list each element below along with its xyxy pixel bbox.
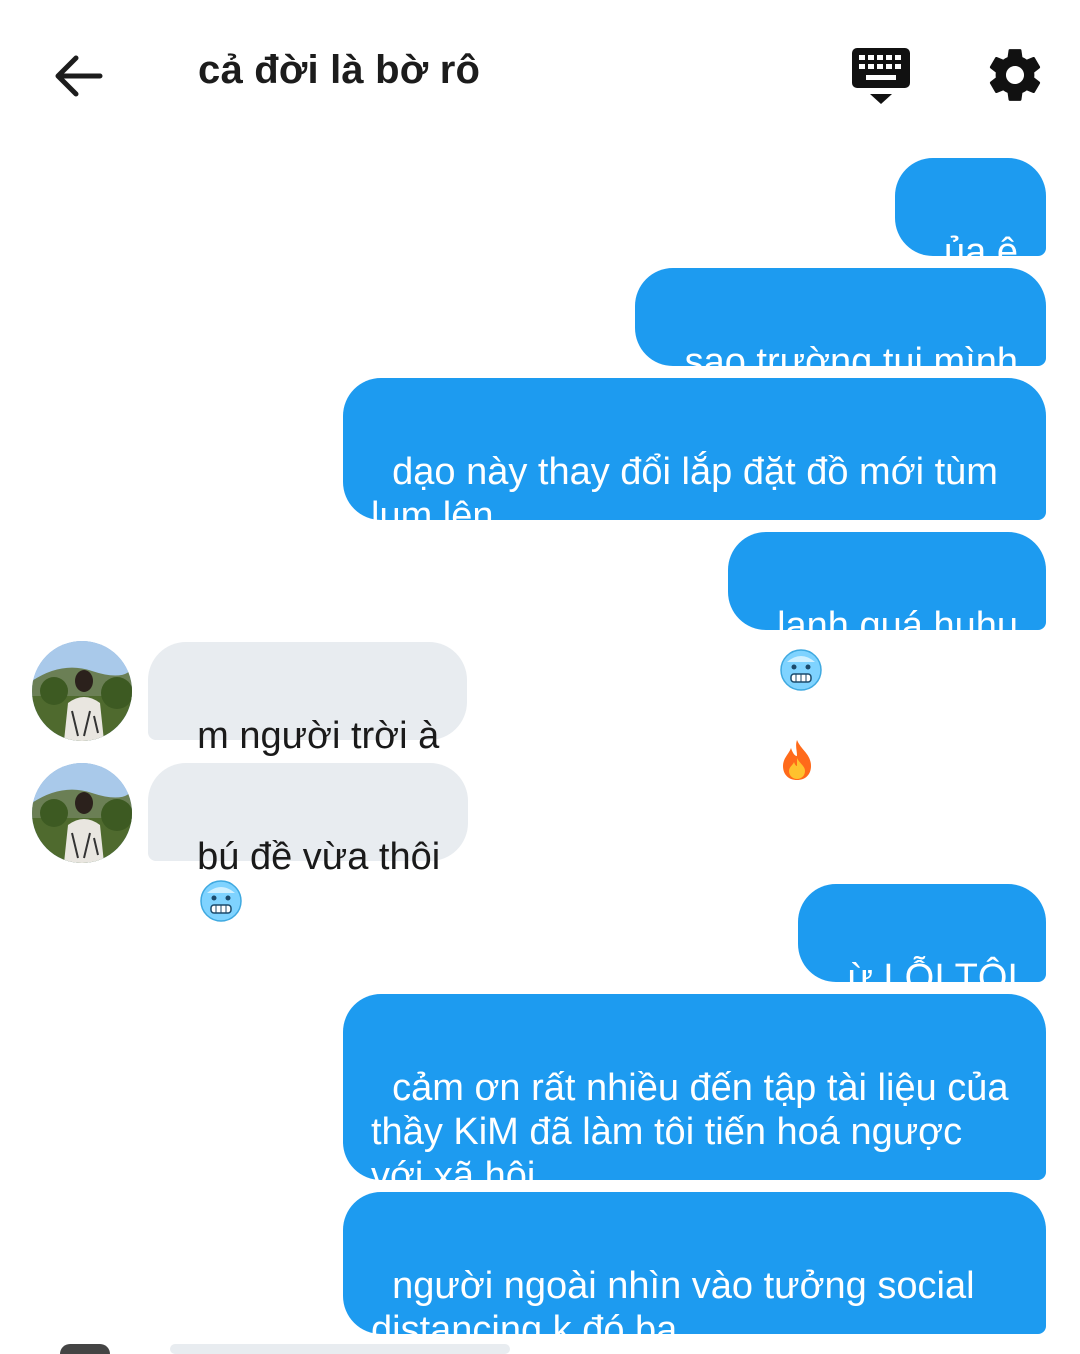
message-bubble-outgoing[interactable]: người ngoài nhìn vào tưởng social distan… [343,1192,1046,1351]
message-text: dạo này thay đổi lắp đặt đồ mới tùm lum … [371,451,1009,537]
message-bubble-incoming[interactable] [170,1344,510,1354]
message-text: người ngoài nhìn vào tưởng social distan… [371,1265,986,1351]
contact-avatar[interactable] [60,1344,110,1354]
avatar-photo [32,763,132,863]
back-button[interactable] [50,50,106,102]
conversation-title: cả đời là bờ rô [198,48,481,92]
message-bubble-outgoing[interactable]: lạnh quá huhu tin tí [727,532,1046,780]
message-bubble-incoming[interactable]: bú đề vừa thôi [148,763,469,922]
arrow-left-icon [55,55,103,97]
keyboard-hide-icon [852,48,910,104]
message-text: sao trường tụi mình [684,341,1018,383]
contact-avatar[interactable] [32,641,132,741]
message-bubble-outgoing[interactable]: ừ LỖI TÔI [798,884,1046,999]
message-bubble-incoming[interactable]: m người trời à [148,642,468,757]
settings-button[interactable] [984,44,1046,106]
message-text: ừ LỖI TÔI [847,957,1018,999]
cold-face-emoji-icon [200,880,242,922]
cold-face-emoji-icon [780,649,822,691]
message-bubble-outgoing[interactable]: cảm ơn rất nhiều đến tập tài liệu của th… [343,994,1046,1197]
avatar-photo [32,641,132,741]
message-text: lạnh quá huhu [777,605,1018,647]
message-text: m người trời à [197,715,440,757]
chat-header: cả đời là bờ rô [0,0,1080,150]
message-bubble-outgoing[interactable]: sao trường tụi mình [635,268,1046,383]
message-text: ủa ê [944,231,1018,273]
message-text: tin tí [777,695,849,737]
contact-avatar[interactable] [32,763,132,863]
keyboard-toggle-button[interactable] [850,46,914,108]
message-bubble-outgoing[interactable]: dạo này thay đổi lắp đặt đồ mới tùm lum … [343,378,1046,537]
fire-emoji-icon [783,740,812,780]
message-text: cảm ơn rất nhiều đến tập tài liệu của th… [371,1067,1020,1197]
gear-icon [989,49,1041,101]
message-text: bú đề vừa thôi [197,836,441,878]
message-bubble-outgoing[interactable]: ủa ê [894,158,1046,273]
